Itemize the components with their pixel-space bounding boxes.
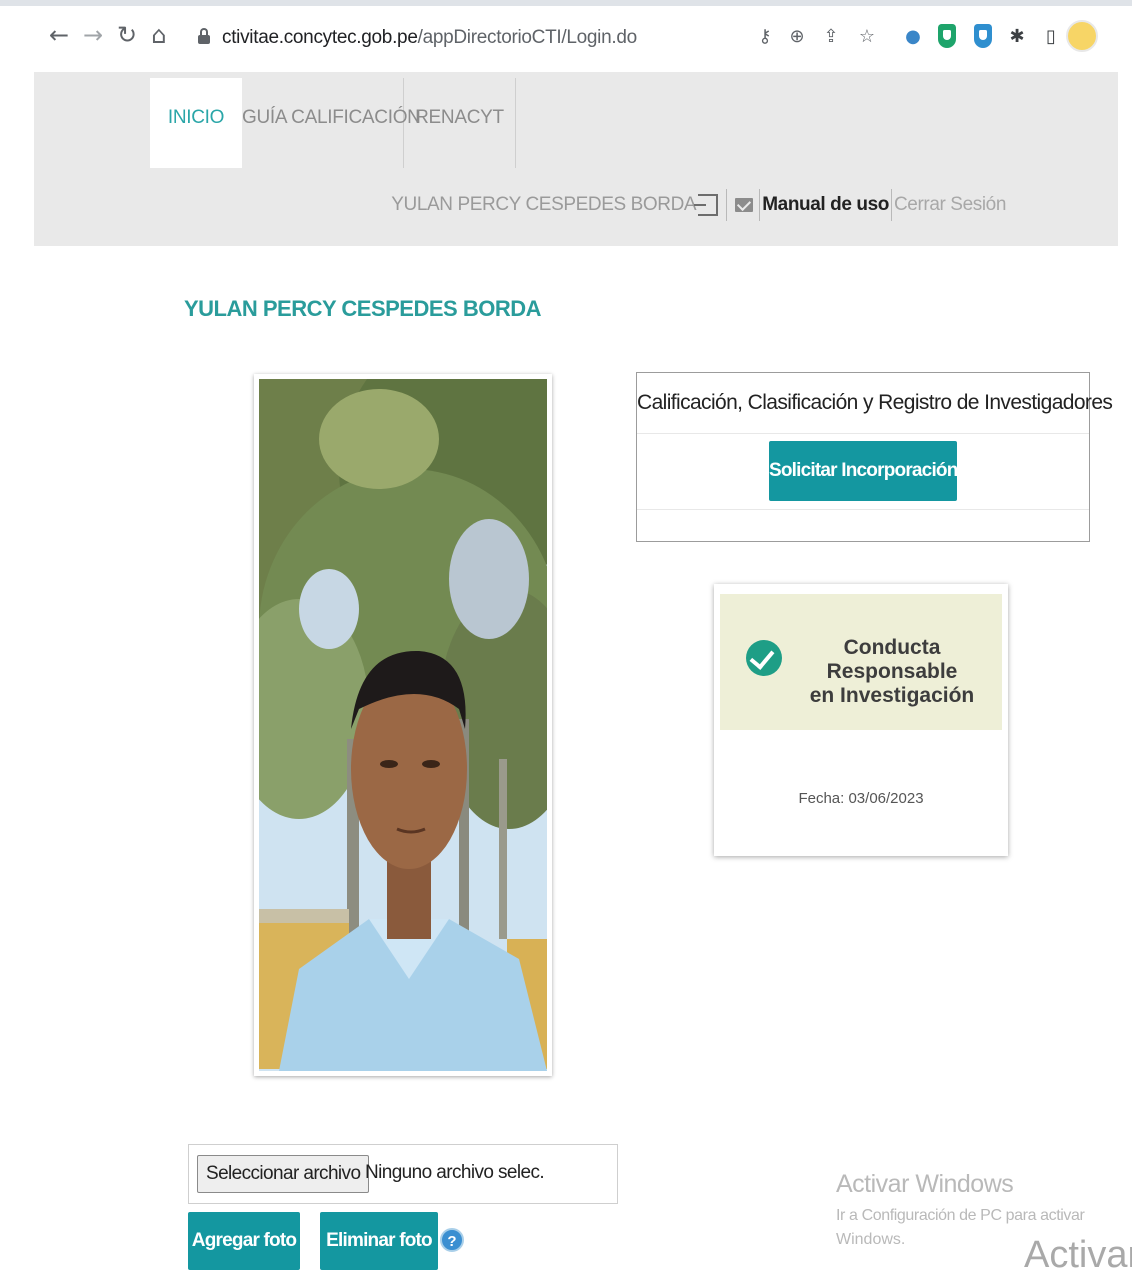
- lock-icon: [198, 28, 210, 44]
- url-text[interactable]: ctivitae.concytec.gob.pe/appDirectorioCT…: [222, 27, 637, 49]
- browser-toolbar: ← → ↻ ⌂ ctivitae.concytec.gob.pe/appDire…: [0, 0, 1132, 72]
- profile-avatar[interactable]: [1066, 20, 1098, 52]
- conducta-responsable-card: Conducta Responsable en Investigación Fe…: [714, 584, 1008, 856]
- divider: [637, 509, 1089, 510]
- add-photo-button[interactable]: Agregar foto: [188, 1212, 300, 1270]
- watermark-overflow-text: Activar: [1024, 1234, 1132, 1276]
- renacyt-card: Calificación, Clasificación y Registro d…: [636, 372, 1113, 542]
- tab-guia-calificacion[interactable]: GUÍA CALIFICACIÓN: [242, 78, 421, 168]
- page-title: YULAN PERCY CESPEDES BORDA: [184, 296, 542, 321]
- profile-photo-image: [259, 379, 547, 1071]
- reload-icon[interactable]: ↻: [114, 20, 140, 50]
- login-icon[interactable]: [694, 194, 719, 216]
- divider: [726, 189, 728, 221]
- home-icon[interactable]: ⌂: [146, 20, 172, 50]
- renacyt-card-title: Calificación, Clasificación y Registro d…: [637, 391, 1113, 414]
- blue-shield-icon[interactable]: [974, 24, 992, 48]
- delete-photo-button[interactable]: Eliminar foto: [320, 1212, 438, 1270]
- star-icon[interactable]: ☆: [856, 26, 878, 48]
- forward-icon[interactable]: →: [80, 20, 106, 50]
- puzzle-icon[interactable]: ✱: [1006, 26, 1028, 48]
- back-icon[interactable]: ←: [46, 20, 72, 50]
- watermark-line-2: Ir a Configuración de PC para activar: [836, 1207, 1085, 1224]
- share-icon[interactable]: ⇪: [820, 26, 842, 48]
- select-file-button[interactable]: Seleccionar archivo: [197, 1155, 370, 1193]
- conducta-date: Fecha: 03/06/2023: [798, 790, 924, 807]
- tab-inicio[interactable]: INICIO: [150, 78, 242, 168]
- file-status-text: Ninguno archivo selec.: [365, 1162, 545, 1183]
- divider: [759, 189, 761, 221]
- zoom-icon[interactable]: ⊕: [786, 26, 808, 48]
- conducta-badge[interactable]: Conducta Responsable en Investigación: [720, 594, 1002, 730]
- profile-photo: [254, 374, 552, 1076]
- key-icon[interactable]: ⚷: [754, 26, 776, 48]
- conducta-line-2: en Investigación: [809, 684, 975, 707]
- conducta-badge-text: Conducta Responsable en Investigación: [780, 636, 1004, 708]
- divider: [890, 189, 892, 221]
- user-bar: YULAN PERCY CESPEDES BORDA Manual de uso…: [391, 188, 1006, 222]
- watermark-line-1: Activar Windows: [836, 1170, 1014, 1198]
- green-shield-icon[interactable]: [938, 24, 956, 48]
- header-user-name: YULAN PERCY CESPEDES BORDA: [391, 194, 697, 215]
- tab-renacyt[interactable]: RENACYT: [404, 78, 516, 168]
- main-nav: INICIO GUÍA CALIFICACIÓN RENACYT: [150, 78, 516, 168]
- mail-icon[interactable]: [735, 198, 754, 212]
- site-header: INICIO GUÍA CALIFICACIÓN RENACYT YULAN P…: [34, 72, 1118, 246]
- help-icon[interactable]: ?: [440, 1228, 464, 1252]
- extension-dot-icon[interactable]: ●: [902, 26, 924, 48]
- divider: [637, 433, 1089, 434]
- photo-file-input[interactable]: Seleccionar archivo Ninguno archivo sele…: [188, 1144, 618, 1204]
- solicitar-incorporacion-button[interactable]: Solicitar Incorporación: [769, 441, 958, 501]
- address-bar[interactable]: ctivitae.concytec.gob.pe/appDirectorioCT…: [188, 20, 637, 54]
- check-circle-icon: [746, 640, 782, 676]
- logout-link[interactable]: Cerrar Sesión: [894, 194, 1006, 216]
- conducta-line-1: Conducta Responsable: [826, 636, 958, 683]
- manual-link[interactable]: Manual de uso: [762, 194, 889, 216]
- sidepanel-icon[interactable]: ▯: [1040, 26, 1062, 48]
